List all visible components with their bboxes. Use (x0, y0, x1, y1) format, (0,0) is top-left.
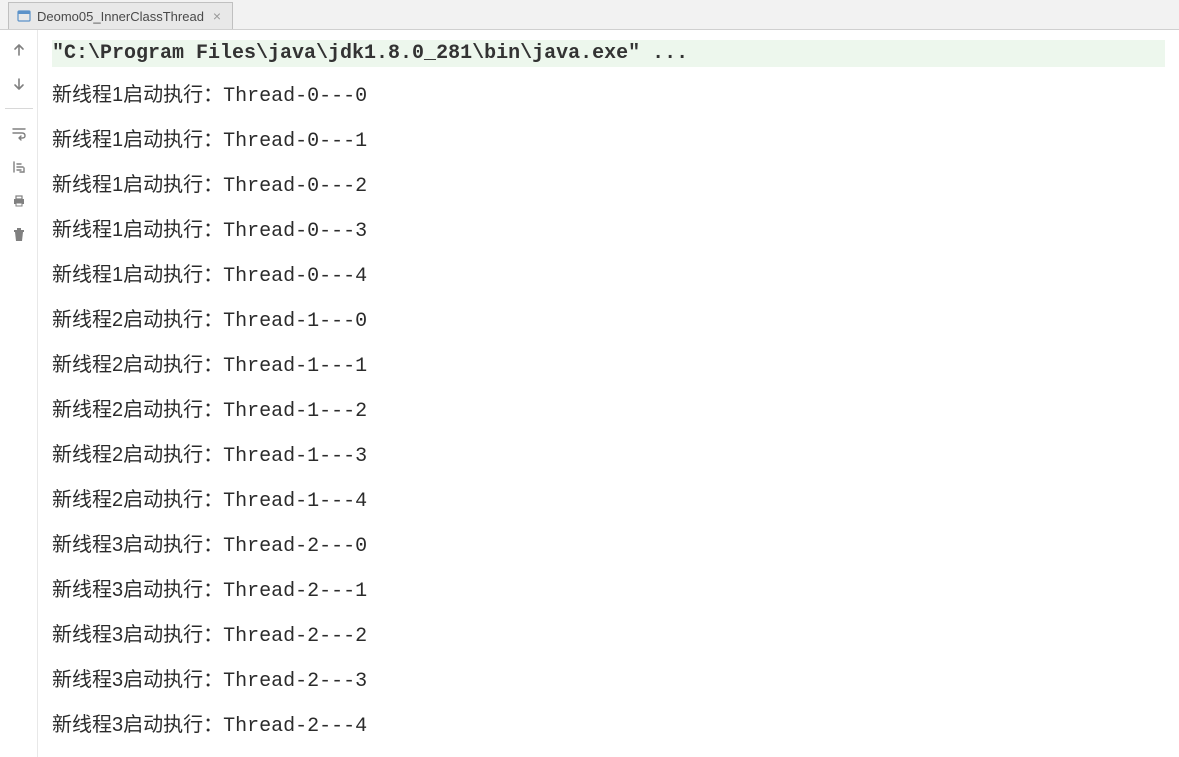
output-line: 新线程2启动执行：Thread-1---0 (52, 298, 1165, 343)
scroll-down-icon[interactable] (9, 74, 29, 94)
console-output[interactable]: "C:\Program Files\java\jdk1.8.0_281\bin\… (38, 30, 1179, 757)
output-prefix: 新线程3启动执行： (52, 714, 223, 736)
output-thread: Thread-0---1 (223, 130, 367, 153)
output-prefix: 新线程1启动执行： (52, 219, 223, 241)
soft-wrap-icon[interactable] (9, 123, 29, 143)
tab-bar: Deomo05_InnerClassThread × (0, 0, 1179, 30)
output-prefix: 新线程1启动执行： (52, 129, 223, 151)
output-thread: Thread-2---4 (223, 715, 367, 738)
output-thread: Thread-1---4 (223, 490, 367, 513)
main-area: "C:\Program Files\java\jdk1.8.0_281\bin\… (0, 30, 1179, 757)
gutter-separator (5, 108, 33, 109)
console-gutter (0, 30, 38, 757)
output-line: 新线程1启动执行：Thread-0---3 (52, 208, 1165, 253)
output-line: 新线程2启动执行：Thread-1---3 (52, 433, 1165, 478)
command-line: "C:\Program Files\java\jdk1.8.0_281\bin\… (52, 40, 1165, 67)
output-thread: Thread-0---3 (223, 220, 367, 243)
output-prefix: 新线程2启动执行： (52, 354, 223, 376)
output-thread: Thread-2---0 (223, 535, 367, 558)
output-prefix: 新线程1启动执行： (52, 84, 223, 106)
output-thread: Thread-0---0 (223, 85, 367, 108)
output-line: 新线程3启动执行：Thread-2---0 (52, 523, 1165, 568)
application-icon (17, 9, 31, 23)
output-thread: Thread-0---4 (223, 265, 367, 288)
output-line: 新线程3启动执行：Thread-2---4 (52, 703, 1165, 748)
run-config-tab[interactable]: Deomo05_InnerClassThread × (8, 2, 233, 29)
tab-label: Deomo05_InnerClassThread (37, 9, 204, 24)
output-prefix: 新线程3启动执行： (52, 624, 223, 646)
close-icon[interactable]: × (210, 9, 224, 23)
trash-icon[interactable] (9, 225, 29, 245)
output-prefix: 新线程2启动执行： (52, 399, 223, 421)
output-thread: Thread-2---3 (223, 670, 367, 693)
output-prefix: 新线程3启动执行： (52, 669, 223, 691)
output-line: 新线程1启动执行：Thread-0---4 (52, 253, 1165, 298)
output-line: 新线程1启动执行：Thread-0---0 (52, 73, 1165, 118)
output-thread: Thread-2---1 (223, 580, 367, 603)
output-line: 新线程3启动执行：Thread-2---3 (52, 658, 1165, 703)
output-thread: Thread-2---2 (223, 625, 367, 648)
output-prefix: 新线程2启动执行： (52, 444, 223, 466)
output-line: 新线程3启动执行：Thread-2---1 (52, 568, 1165, 613)
output-prefix: 新线程3启动执行： (52, 579, 223, 601)
output-thread: Thread-1---0 (223, 310, 367, 333)
output-prefix: 新线程1启动执行： (52, 264, 223, 286)
print-icon[interactable] (9, 191, 29, 211)
output-prefix: 新线程2启动执行： (52, 309, 223, 331)
scroll-up-icon[interactable] (9, 40, 29, 60)
output-thread: Thread-1---2 (223, 400, 367, 423)
output-thread: Thread-1---1 (223, 355, 367, 378)
scroll-to-end-icon[interactable] (9, 157, 29, 177)
output-line: 新线程2启动执行：Thread-1---1 (52, 343, 1165, 388)
output-line: 新线程1启动执行：Thread-0---1 (52, 118, 1165, 163)
output-line: 新线程2启动执行：Thread-1---4 (52, 478, 1165, 523)
output-prefix: 新线程2启动执行： (52, 489, 223, 511)
output-line: 新线程3启动执行：Thread-2---2 (52, 613, 1165, 658)
output-lines-container: 新线程1启动执行：Thread-0---0新线程1启动执行：Thread-0--… (52, 73, 1165, 748)
output-thread: Thread-0---2 (223, 175, 367, 198)
output-line: 新线程1启动执行：Thread-0---2 (52, 163, 1165, 208)
output-thread: Thread-1---3 (223, 445, 367, 468)
output-prefix: 新线程1启动执行： (52, 174, 223, 196)
output-line: 新线程2启动执行：Thread-1---2 (52, 388, 1165, 433)
output-prefix: 新线程3启动执行： (52, 534, 223, 556)
